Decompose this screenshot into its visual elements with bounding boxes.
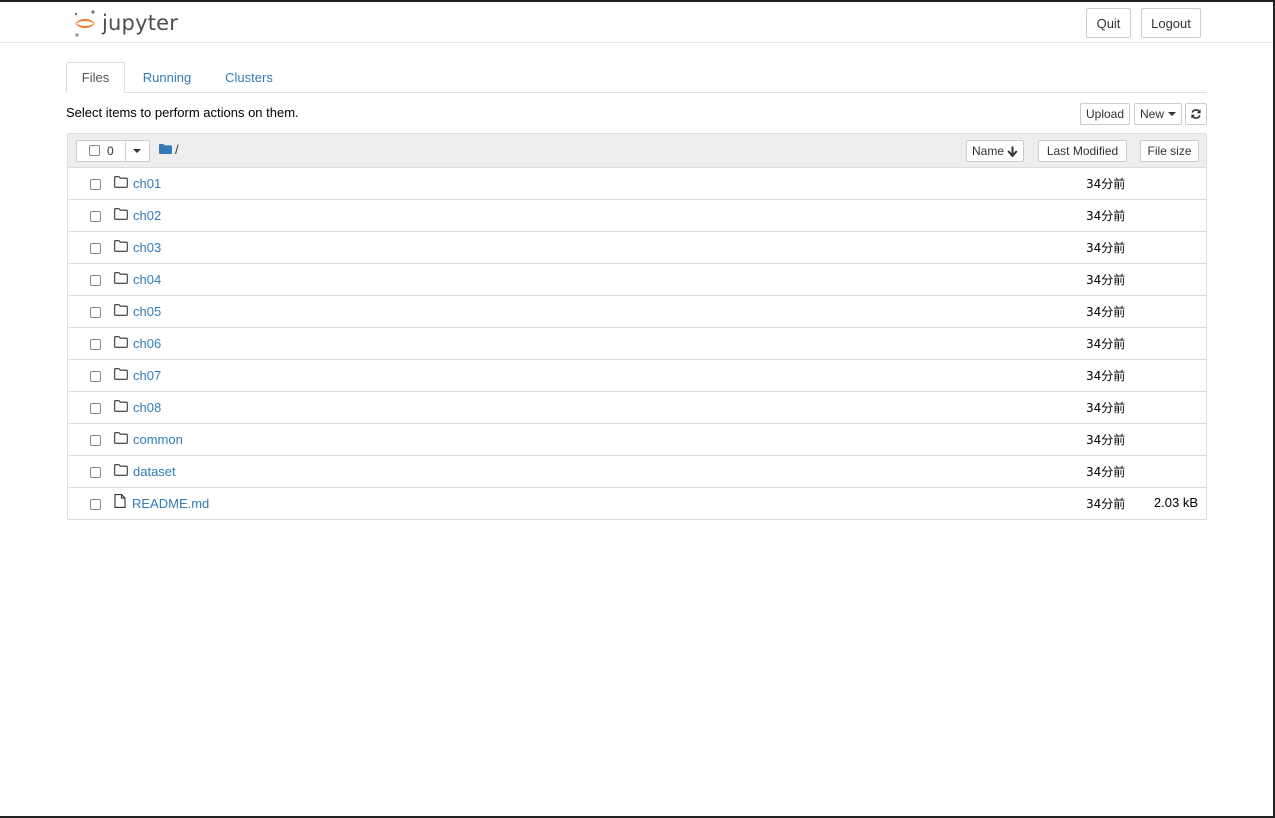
list-item[interactable]: ch05 34分前 <box>68 296 1206 328</box>
item-name-link[interactable]: ch03 <box>133 240 161 255</box>
breadcrumb-root[interactable]: / <box>175 142 179 157</box>
item-last-modified: 34分前 <box>1086 465 1126 479</box>
item-name-link[interactable]: ch04 <box>133 272 161 287</box>
logo-text: jupyter <box>102 11 179 35</box>
sort-by-last-modified-button[interactable]: Last Modified <box>1038 140 1127 162</box>
item-checkbox[interactable] <box>90 307 101 318</box>
tab-clusters[interactable]: Clusters <box>216 62 282 92</box>
item-last-modified: 34分前 <box>1086 369 1126 383</box>
list-item[interactable]: README.md 34分前 2.03 kB <box>68 488 1206 519</box>
refresh-icon <box>1191 109 1201 119</box>
folder-icon[interactable] <box>159 144 172 154</box>
file-icon <box>114 494 126 511</box>
item-name-link[interactable]: README.md <box>132 496 209 511</box>
item-checkbox[interactable] <box>90 179 101 190</box>
folder-icon <box>114 400 128 415</box>
item-checkbox[interactable] <box>90 403 101 414</box>
folder-icon <box>114 240 128 255</box>
new-button[interactable]: New <box>1134 103 1182 125</box>
item-name-link[interactable]: ch08 <box>133 400 161 415</box>
list-item[interactable]: ch08 34分前 <box>68 392 1206 424</box>
folder-icon <box>114 272 128 287</box>
upload-button[interactable]: Upload <box>1080 103 1130 125</box>
selected-count: 0 <box>107 144 114 158</box>
jupyter-logo-icon <box>74 10 95 37</box>
item-name-link[interactable]: common <box>133 432 183 447</box>
folder-icon <box>114 368 128 383</box>
item-checkbox[interactable] <box>90 211 101 222</box>
item-checkbox[interactable] <box>90 435 101 446</box>
list-item[interactable]: ch01 34分前 <box>68 168 1206 200</box>
list-item[interactable]: dataset 34分前 <box>68 456 1206 488</box>
list-item[interactable]: ch03 34分前 <box>68 232 1206 264</box>
item-checkbox[interactable] <box>90 499 101 510</box>
arrow-down-icon <box>1007 146 1018 157</box>
item-name-link[interactable]: ch01 <box>133 176 161 191</box>
tab-running[interactable]: Running <box>136 62 198 92</box>
file-list: 0 / Name Last Modified File size ch01 34… <box>67 133 1207 520</box>
refresh-button[interactable] <box>1185 103 1207 125</box>
folder-icon <box>114 208 128 223</box>
top-header: jupyter Quit Logout <box>0 2 1273 43</box>
item-name-link[interactable]: ch07 <box>133 368 161 383</box>
logout-button[interactable]: Logout <box>1141 8 1201 38</box>
jupyter-logo[interactable]: jupyter <box>72 8 178 38</box>
sort-name-label: Name <box>971 144 1004 158</box>
list-item[interactable]: ch06 34分前 <box>68 328 1206 360</box>
list-item[interactable]: ch07 34分前 <box>68 360 1206 392</box>
chevron-down-icon <box>1168 112 1176 116</box>
selection-hint: Select items to perform actions on them. <box>66 105 299 120</box>
list-item[interactable]: ch02 34分前 <box>68 200 1206 232</box>
item-name-link[interactable]: dataset <box>133 464 176 479</box>
sort-by-name-button[interactable]: Name <box>966 140 1024 162</box>
chevron-down-icon[interactable] <box>133 149 141 153</box>
folder-icon <box>114 336 128 351</box>
item-file-size: 2.03 kB <box>1153 495 1198 510</box>
file-list-header: 0 / Name Last Modified File size <box>68 134 1206 168</box>
item-checkbox[interactable] <box>90 371 101 382</box>
item-name-link[interactable]: ch05 <box>133 304 161 319</box>
item-last-modified: 34分前 <box>1086 305 1126 319</box>
list-item[interactable]: ch04 34分前 <box>68 264 1206 296</box>
item-checkbox[interactable] <box>90 467 101 478</box>
item-last-modified: 34分前 <box>1086 209 1126 223</box>
new-button-label: New <box>1139 107 1164 121</box>
item-checkbox[interactable] <box>90 243 101 254</box>
item-last-modified: 34分前 <box>1086 337 1126 351</box>
item-name-link[interactable]: ch06 <box>133 336 161 351</box>
item-last-modified: 34分前 <box>1086 241 1126 255</box>
item-last-modified: 34分前 <box>1086 433 1126 447</box>
item-last-modified: 34分前 <box>1086 497 1126 511</box>
folder-icon <box>114 464 128 479</box>
tab-bar: Files Running Clusters <box>66 62 1207 93</box>
quit-button[interactable]: Quit <box>1086 8 1131 38</box>
folder-icon <box>114 432 128 447</box>
folder-icon <box>114 176 128 191</box>
item-checkbox[interactable] <box>90 339 101 350</box>
item-last-modified: 34分前 <box>1086 177 1126 191</box>
sort-by-file-size-button[interactable]: File size <box>1140 140 1199 162</box>
item-last-modified: 34分前 <box>1086 401 1126 415</box>
item-checkbox[interactable] <box>90 275 101 286</box>
folder-icon <box>114 304 128 319</box>
divider <box>125 141 126 161</box>
item-last-modified: 34分前 <box>1086 273 1126 287</box>
select-all-checkbox[interactable] <box>89 145 100 156</box>
item-name-link[interactable]: ch02 <box>133 208 161 223</box>
select-all-dropdown[interactable]: 0 <box>76 140 150 162</box>
tab-files[interactable]: Files <box>66 62 125 93</box>
list-item[interactable]: common 34分前 <box>68 424 1206 456</box>
